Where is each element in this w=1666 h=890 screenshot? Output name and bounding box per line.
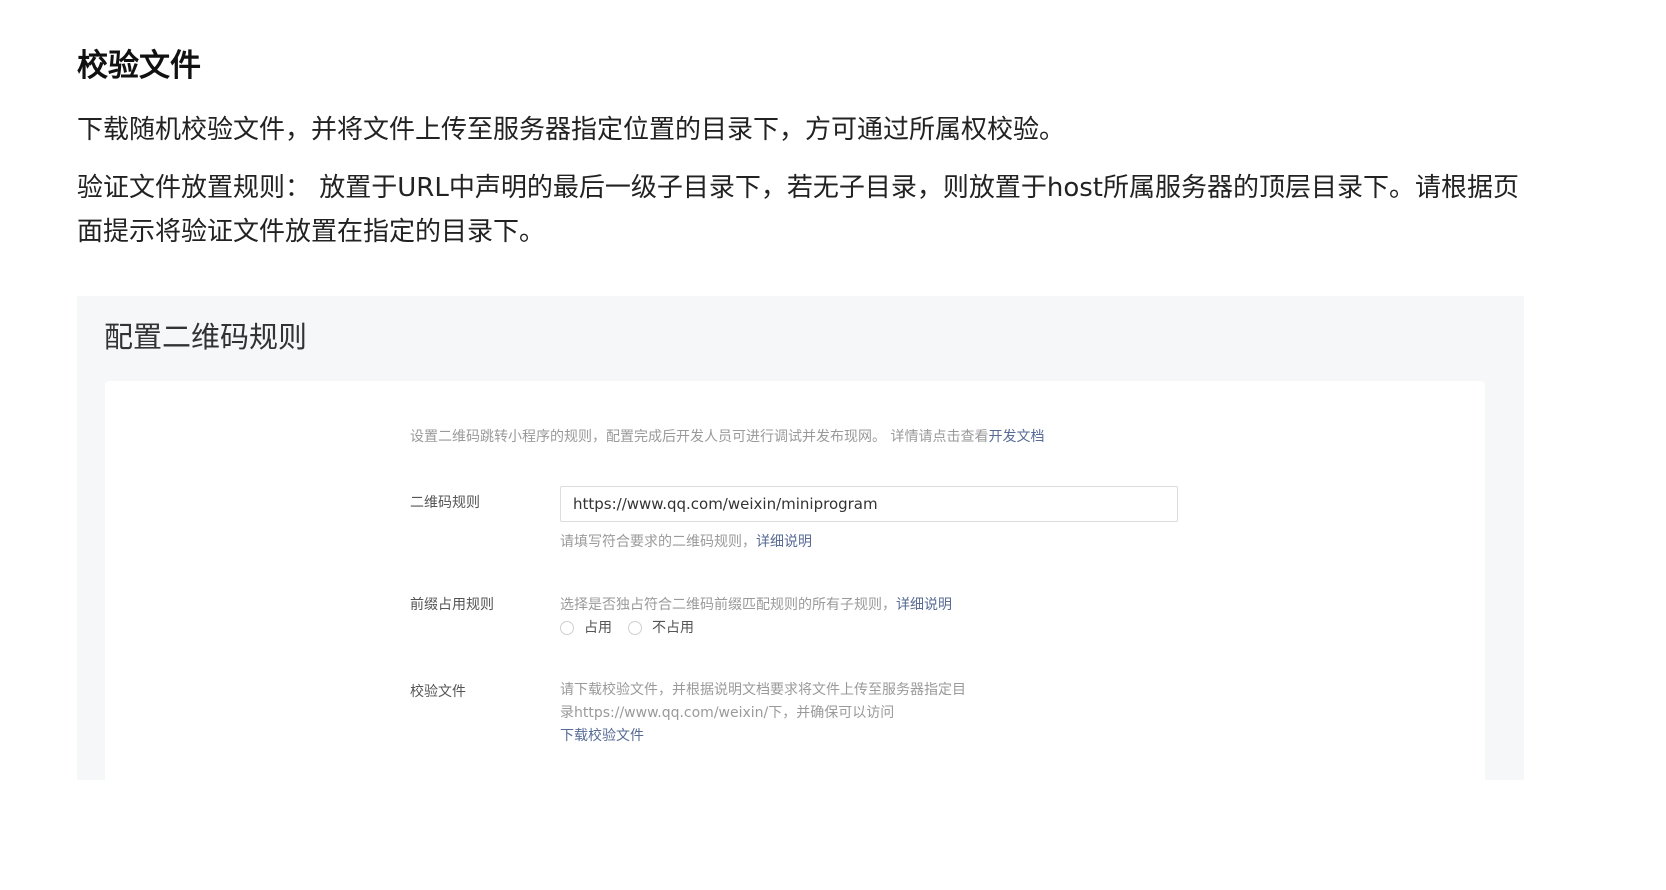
intro-paragraph: 下载随机校验文件，并将文件上传至服务器指定位置的目录下，方可通过所属权校验。 [77,115,1066,145]
radio-occupy[interactable]: 占用 [560,618,612,638]
qr-rule-form-card: 设置二维码跳转小程序的规则，配置完成后开发人员可进行调试并发布现网。 详情请点击… [105,381,1485,780]
verify-file-label: 校验文件 [410,684,466,700]
qr-rule-hint: 请填写符合要求的二维码规则，详细说明 [560,532,812,552]
prefix-rule-radio-group: 占用 不占用 [560,618,710,638]
form-intro-text: 设置二维码跳转小程序的规则，配置完成后开发人员可进行调试并发布现网。 详情请点击… [410,429,989,445]
prefix-rule-hint-text: 选择是否独占符合二维码前缀匹配规则的所有子规则， [560,597,896,613]
panel-title: 配置二维码规则 [104,320,308,354]
dev-docs-link[interactable]: 开发文档 [988,429,1044,445]
prefix-rule-label: 前缀占用规则 [410,597,494,613]
section-heading: 校验文件 [77,48,201,84]
radio-not-occupy-label: 不占用 [652,620,694,636]
verify-file-hint-line-2: 录https://www.qq.com/weixin/下，并确保可以访问 [560,705,895,721]
rule-paragraph: 验证文件放置规则： 放置于URL中声明的最后一级子目录下，若无子目录，则放置于h… [77,173,1519,247]
prefix-rule-hint: 选择是否独占符合二维码前缀匹配规则的所有子规则，详细说明 [560,595,952,615]
download-verify-file-row: 下载校验文件 [560,726,644,746]
form-intro: 设置二维码跳转小程序的规则，配置完成后开发人员可进行调试并发布现网。 详情请点击… [410,427,1044,447]
qr-rule-input[interactable] [560,486,1178,522]
radio-not-occupy-circle[interactable] [628,621,642,635]
radio-not-occupy[interactable]: 不占用 [628,618,694,638]
download-verify-file-link[interactable]: 下载校验文件 [560,728,644,744]
verify-file-hint-line-1: 请下载校验文件，并根据说明文档要求将文件上传至服务器指定目 [560,682,966,698]
qr-rule-label: 二维码规则 [410,495,480,511]
radio-occupy-circle[interactable] [560,621,574,635]
qr-rule-details-link[interactable]: 详细说明 [756,534,812,550]
prefix-rule-details-link[interactable]: 详细说明 [896,597,952,613]
embedded-screenshot-panel: 配置二维码规则 设置二维码跳转小程序的规则，配置完成后开发人员可进行调试并发布现… [77,296,1524,780]
qr-rule-hint-text: 请填写符合要求的二维码规则， [560,534,756,550]
radio-occupy-label: 占用 [584,620,612,636]
